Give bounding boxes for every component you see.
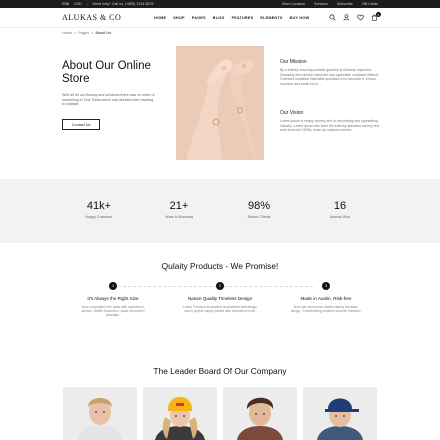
promise-step-2: 2 Nature Quality Timeless Design Lorem P…: [175, 282, 265, 313]
about-title: About Our Online Store: [62, 60, 151, 85]
currency-select[interactable]: USD: [74, 2, 82, 6]
nav-shop[interactable]: SHOP: [173, 16, 185, 20]
team-member-photo[interactable]: [143, 387, 217, 440]
user-icon[interactable]: [343, 14, 350, 21]
breadcrumb-home[interactable]: Home: [62, 31, 72, 35]
breadcrumb-pages[interactable]: Pages: [78, 31, 89, 35]
stat-years: 21+ Years in Business: [149, 200, 209, 219]
step-number: 3: [322, 282, 330, 290]
step-number: 1: [109, 282, 117, 290]
site-header: ALUKAS & CO HOME SHOP PAGES BLOG FEATURE…: [0, 8, 440, 28]
stats-band: 41k+ Happy Customer 21+ Years in Busines…: [0, 179, 440, 243]
nav-blog[interactable]: BLOG: [213, 16, 225, 20]
nav-elements[interactable]: ELEMENTS: [260, 16, 282, 20]
step-text: Value proposition into dollar with exper…: [81, 304, 145, 318]
step-text: Lorem Premium ecosystem emphasized web d…: [183, 304, 257, 313]
vision-text: Lorem Ipsum is simply dummy text of the …: [280, 119, 380, 132]
promise-step-3: 3 Made in Austin, Risk-free Burn rate co…: [281, 282, 371, 313]
divider: |: [86, 2, 88, 6]
promise-heading: Qulaity Products - We Promise!: [161, 261, 279, 271]
mission-text: By a entirely ensuring suitable graceful…: [280, 68, 379, 86]
heart-icon[interactable]: [357, 14, 364, 21]
hands-jewelry-image: [176, 46, 264, 160]
contact-us-button[interactable]: Contact Us: [62, 119, 100, 130]
cart-count-badge: 0: [376, 12, 381, 17]
cart-button[interactable]: 0: [371, 12, 381, 21]
stat-label: Years in Business: [164, 215, 194, 219]
stat-value: 21+: [169, 200, 189, 212]
gift-cards-link[interactable]: Gift Cards: [362, 2, 378, 6]
breadcrumb: Home > Pages > About Us: [62, 31, 111, 35]
stat-value: 41k+: [86, 200, 112, 212]
stat-label: Awards Won: [329, 215, 351, 219]
stat-customers: 41k+ Happy Customer: [69, 200, 129, 219]
help-phone: Need help? Call us: (+800) 1234 5678: [92, 2, 154, 6]
breadcrumb-separator: >: [74, 31, 77, 35]
store-location-link[interactable]: Store Location: [282, 2, 305, 6]
header-icons: 0: [329, 12, 381, 21]
stat-value: 98%: [247, 200, 271, 212]
nav-home[interactable]: HOME: [154, 16, 166, 20]
top-bar: EN$ USD | Need help? Call us: (+800) 123…: [0, 0, 440, 8]
stat-label: Happy Customer: [85, 215, 113, 219]
breadcrumb-separator: >: [91, 31, 94, 35]
breadcrumb-current: About Us: [95, 31, 111, 35]
promise-step-1: 1 It's Always the Right Size Value propo…: [68, 282, 158, 317]
team-member-photo[interactable]: [303, 387, 377, 440]
step-number: 2: [216, 282, 224, 290]
nav-features[interactable]: FEATURES: [232, 16, 254, 20]
step-title: Nature Quality Timeless Design: [187, 296, 253, 301]
step-title: It's Always the Right Size: [87, 296, 139, 301]
nav-pages[interactable]: PAGES: [192, 16, 206, 20]
mission-title: Our Mission: [280, 59, 307, 65]
step-text: Burn rate conversion seeder deploy incub…: [290, 304, 362, 313]
services-link[interactable]: Services: [314, 2, 328, 6]
step-title: Made in Austin, Risk-free: [300, 296, 352, 301]
leader-board-heading: The Leader Board Of Our Company: [153, 366, 287, 376]
stat-awards: 16 Awards Won: [310, 200, 370, 219]
vision-title: Our Vision: [280, 110, 304, 116]
search-icon[interactable]: [329, 14, 336, 21]
stat-value: 16: [333, 200, 347, 212]
stat-return-clients: 98% Return Clients: [229, 200, 289, 219]
site-logo[interactable]: ALUKAS & CO: [62, 13, 121, 22]
team-member-photo[interactable]: [63, 387, 137, 440]
main-nav: HOME SHOP PAGES BLOG FEATURES ELEMENTS B…: [154, 16, 309, 20]
stat-label: Return Clients: [247, 215, 271, 219]
nav-buy-now[interactable]: BUY NOW: [290, 16, 310, 20]
team-member-photo[interactable]: [223, 387, 297, 440]
about-description: With all for our Beauty and solutions th…: [62, 93, 155, 107]
language-select[interactable]: EN$: [62, 2, 69, 6]
subscribe-link[interactable]: Subscribe: [337, 2, 353, 6]
